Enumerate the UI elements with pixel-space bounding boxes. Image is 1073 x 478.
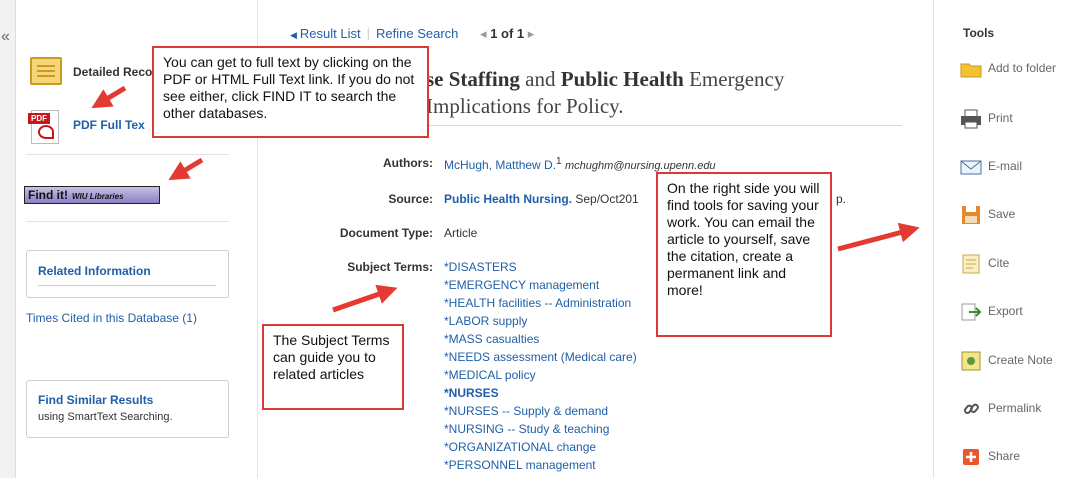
source-journal-link[interactable]: Public Health Nursing.: [444, 192, 572, 206]
tool-add-to-folder[interactable]: Add to folder: [960, 58, 1072, 84]
document-type-value: Article: [444, 226, 478, 240]
citation-icon: [962, 254, 980, 274]
subject-term-link[interactable]: *EMERGENCY management: [444, 277, 637, 295]
find-it-label: Find it!: [28, 188, 68, 202]
tool-label: E-mail: [988, 159, 1023, 173]
author-email: mchughm@nursing.upenn.edu: [564, 160, 716, 172]
subject-term-link[interactable]: *HEALTH facilities -- Administration: [444, 295, 637, 313]
subject-term-link[interactable]: *NEEDS assessment (Medical care): [444, 349, 637, 367]
source-pages-tail: p.: [836, 192, 847, 206]
pager: ◂ 1 of 1 ▸: [480, 26, 534, 41]
divider: [26, 154, 229, 155]
tool-create-note[interactable]: Create Note: [960, 350, 1072, 376]
subject-terms-callout: The Subject Terms can guide you to relat…: [262, 324, 404, 410]
sidebar-collapse-strip[interactable]: «: [0, 0, 16, 478]
tools-header: Tools: [963, 26, 995, 40]
tool-label: Add to folder: [988, 61, 1057, 75]
related-information-panel: Related Information: [26, 250, 229, 298]
previous-record-icon[interactable]: ◂: [480, 26, 487, 41]
tool-label: Print: [988, 111, 1013, 125]
tool-cite[interactable]: Cite: [960, 253, 1072, 279]
floppy-disk-icon: [962, 206, 980, 224]
authors-value: McHugh, Matthew D.1 mchughm@nursing.upen…: [444, 156, 716, 172]
fulltext-callout: You can get to full text by clicking on …: [152, 46, 429, 138]
subject-terms-list: *DISASTERS *EMERGENCY management *HEALTH…: [444, 259, 637, 475]
authors-label: Authors:: [383, 156, 433, 170]
subject-term-link[interactable]: *PERSONNEL management: [444, 457, 637, 475]
subject-term-link[interactable]: *LABOR supply: [444, 313, 637, 331]
plus-share-icon: [963, 449, 979, 465]
pager-count: 1 of 1: [490, 26, 525, 41]
next-record-icon[interactable]: ▸: [528, 26, 535, 41]
tool-email[interactable]: E-mail: [960, 156, 1072, 182]
find-similar-link[interactable]: Find Similar Results: [38, 393, 153, 407]
find-similar-panel: Find Similar Results using SmartText Sea…: [26, 380, 229, 438]
refine-search-link[interactable]: Refine Search: [376, 26, 458, 41]
divider: [26, 221, 229, 222]
subject-term-link[interactable]: *MASS casualties: [444, 331, 637, 349]
tool-label: Cite: [988, 256, 1010, 270]
tool-print[interactable]: Print: [960, 108, 1072, 134]
detailed-record-link[interactable]: Detailed Reco: [73, 65, 152, 79]
arrow-to-subject-terms: [332, 284, 398, 313]
tool-share[interactable]: Share: [960, 446, 1072, 472]
printer-icon: [961, 109, 981, 129]
subject-term-link[interactable]: *ORGANIZATIONAL change: [444, 439, 637, 457]
triangle-left-icon: ◀: [290, 30, 297, 40]
record-title: se Staffing and Public Health Emergency …: [426, 67, 785, 118]
envelope-icon: [960, 160, 982, 175]
document-type-label: Document Type:: [339, 226, 433, 240]
tools-callout: On the right side you will find tools fo…: [656, 172, 832, 337]
note-icon: [961, 351, 981, 371]
subject-terms-label: Subject Terms:: [347, 260, 433, 274]
pdf-full-text-link[interactable]: PDF Full Tex: [73, 118, 145, 132]
subject-term-link[interactable]: *DISASTERS: [444, 259, 637, 277]
subject-term-link[interactable]: *NURSING -- Study & teaching: [444, 421, 637, 439]
subject-term-link[interactable]: *NURSES -- Supply & demand: [444, 403, 637, 421]
author-link[interactable]: McHugh, Matthew D.: [444, 158, 556, 172]
find-it-button[interactable]: Find it! WIU Libraries: [24, 186, 160, 204]
result-navigation: ◀ Result List | Refine Search ◂ 1 of 1 ▸: [290, 26, 535, 41]
tool-save[interactable]: Save: [960, 204, 1072, 230]
tool-label: Export: [988, 304, 1023, 318]
source-label: Source:: [388, 192, 433, 206]
related-information-title: Related Information: [38, 264, 151, 278]
result-list-link[interactable]: Result List: [300, 26, 361, 41]
pdf-tag: PDF: [28, 113, 50, 124]
tool-label: Create Note: [988, 353, 1053, 367]
folder-icon: [960, 63, 982, 78]
link-chain-icon: [963, 403, 979, 414]
subject-term-link[interactable]: *MEDICAL policy: [444, 367, 637, 385]
double-chevron-left-icon[interactable]: «: [1, 28, 10, 46]
subject-term-link[interactable]: *NURSES: [444, 385, 637, 403]
pdf-icon[interactable]: PDF: [28, 110, 59, 144]
arrow-to-tools: [837, 222, 920, 252]
wiu-libraries-label: WIU Libraries: [71, 192, 124, 201]
tools-panel: Tools Add to folder Print E-mail Save Ci…: [933, 0, 1073, 478]
source-date: Sep/Oct201: [575, 192, 639, 206]
tool-export[interactable]: Export: [960, 301, 1072, 327]
source-value: Public Health Nursing. Sep/Oct201: [444, 192, 639, 206]
detailed-record-icon[interactable]: [30, 57, 62, 85]
find-similar-subtitle: using SmartText Searching.: [38, 411, 173, 423]
tool-label: Save: [988, 207, 1016, 221]
tool-permalink[interactable]: Permalink: [960, 398, 1072, 424]
export-icon: [961, 303, 982, 321]
tool-label: Share: [988, 449, 1021, 463]
tool-label: Permalink: [988, 401, 1042, 415]
times-cited-link[interactable]: Times Cited in this Database (1): [26, 311, 197, 325]
